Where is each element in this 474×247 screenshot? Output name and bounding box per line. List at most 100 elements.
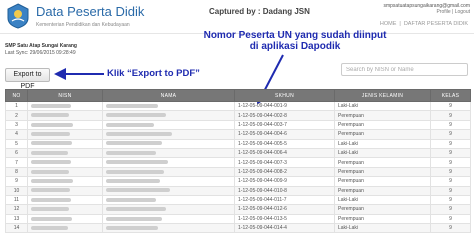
search-input[interactable] bbox=[341, 63, 468, 76]
gender-cell: Laki-Laki bbox=[334, 138, 431, 149]
students-table: NO NISN NAMA SKHUN JENIS KELAMIN KELAS 1… bbox=[5, 89, 471, 234]
table-row[interactable]: 11 1-12-05-09-044-011-7 Laki-Laki 9 bbox=[5, 194, 471, 206]
row-number: 10 bbox=[5, 185, 28, 196]
kelas-cell: 9 bbox=[430, 157, 471, 168]
skhun-cell: 1-12-05-09-044-005-5 bbox=[234, 138, 335, 149]
table-row[interactable]: 5 1-12-05-09-044-005-5 Laki-Laki 9 bbox=[5, 138, 471, 149]
redacted-nisn bbox=[31, 132, 70, 137]
gender-cell: Laki-Laki bbox=[334, 194, 431, 206]
gender-cell: Perempuan bbox=[334, 157, 431, 168]
redacted-name bbox=[106, 169, 164, 174]
gender-cell: Perempuan bbox=[334, 213, 431, 225]
nisn-cell-redacted bbox=[27, 166, 103, 178]
column-header-jenis-kelamin[interactable]: JENIS KELAMIN bbox=[334, 89, 431, 102]
school-name: SMP Satu Atap Sungai Karang bbox=[5, 43, 77, 49]
breadcrumb-home[interactable]: HOME bbox=[380, 21, 397, 27]
nisn-cell-redacted bbox=[27, 100, 103, 112]
table-row[interactable]: 7 1-12-05-09-044-007-3 Perempuan 9 bbox=[5, 157, 471, 168]
name-cell-redacted bbox=[102, 119, 235, 131]
redacted-nisn bbox=[31, 160, 71, 165]
skhun-cell: 1-12-05-09-044-009-9 bbox=[234, 176, 335, 187]
column-header-nisn[interactable]: NISN bbox=[27, 89, 103, 102]
table-row[interactable]: 4 1-12-05-09-044-004-6 Perempuan 9 bbox=[5, 129, 471, 140]
kelas-cell: 9 bbox=[430, 110, 471, 121]
annotation-un-note: Nomor Peserta UN yang sudah diinput di a… bbox=[190, 30, 400, 52]
gender-cell: Laki-Laki bbox=[334, 100, 431, 112]
kelas-cell: 9 bbox=[430, 138, 471, 149]
gender-cell: Perempuan bbox=[334, 119, 431, 131]
gender-cell: Perempuan bbox=[334, 204, 431, 215]
table-row[interactable]: 3 1-12-05-09-044-003-7 Perempuan 9 bbox=[5, 119, 471, 131]
skhun-cell: 1-12-05-09-044-012-6 bbox=[234, 204, 335, 215]
kelas-cell: 9 bbox=[430, 213, 471, 225]
name-cell-redacted bbox=[102, 110, 235, 121]
table-row[interactable]: 2 1-12-05-09-044-002-8 Perempuan 9 bbox=[5, 110, 471, 121]
redacted-nisn bbox=[31, 150, 68, 155]
row-number: 5 bbox=[5, 138, 28, 149]
export-pdf-button[interactable]: Export to PDF bbox=[5, 68, 50, 90]
redacted-nisn bbox=[31, 207, 69, 212]
skhun-cell: 1-12-05-09-044-011-7 bbox=[234, 194, 335, 206]
skhun-cell: 1-12-05-09-044-003-7 bbox=[234, 119, 335, 131]
name-cell-redacted bbox=[102, 166, 235, 178]
captured-by-label: Captured by : Dadang JSN bbox=[209, 7, 310, 16]
table-row[interactable]: 6 1-12-05-09-044-006-4 Laki-Laki 9 bbox=[5, 147, 471, 159]
row-number: 9 bbox=[5, 176, 28, 187]
table-row[interactable]: 14 1-12-05-09-044-014-4 Laki-Laki 9 bbox=[5, 223, 471, 234]
nisn-cell-redacted bbox=[27, 204, 103, 215]
redacted-name bbox=[106, 150, 156, 155]
table-row[interactable]: 10 1-12-05-09-044-010-8 Perempuan 9 bbox=[5, 185, 471, 196]
name-cell-redacted bbox=[102, 157, 235, 168]
redacted-name bbox=[106, 122, 154, 127]
redacted-name bbox=[106, 207, 166, 212]
name-cell-redacted bbox=[102, 194, 235, 206]
redacted-nisn bbox=[31, 141, 72, 146]
redacted-name bbox=[106, 160, 168, 165]
redacted-nisn bbox=[31, 216, 72, 221]
table-row[interactable]: 8 1-12-05-09-044-008-2 Perempuan 9 bbox=[5, 166, 471, 178]
kelas-cell: 9 bbox=[430, 185, 471, 196]
table-header-row: NO NISN NAMA SKHUN JENIS KELAMIN KELAS bbox=[5, 89, 471, 102]
redacted-name bbox=[106, 132, 172, 137]
breadcrumb-current: DAFTAR PESERTA DIDIK bbox=[403, 21, 468, 27]
column-header-no[interactable]: NO bbox=[5, 89, 28, 102]
name-cell-redacted bbox=[102, 185, 235, 196]
redacted-nisn bbox=[31, 178, 73, 183]
kelas-cell: 9 bbox=[430, 194, 471, 206]
redacted-name bbox=[106, 178, 160, 183]
redacted-name bbox=[106, 197, 156, 202]
row-number: 13 bbox=[5, 213, 28, 225]
redacted-nisn bbox=[31, 113, 69, 118]
nisn-cell-redacted bbox=[27, 147, 103, 159]
table-row[interactable]: 12 1-12-05-09-044-012-6 Perempuan 9 bbox=[5, 204, 471, 215]
kelas-cell: 9 bbox=[430, 100, 471, 112]
nisn-cell-redacted bbox=[27, 213, 103, 225]
kelas-cell: 9 bbox=[430, 204, 471, 215]
column-header-kelas[interactable]: KELAS bbox=[430, 89, 471, 102]
redacted-nisn bbox=[31, 225, 68, 230]
redacted-nisn bbox=[31, 122, 73, 127]
kelas-cell: 9 bbox=[430, 166, 471, 178]
table-row[interactable]: 13 1-12-05-09-044-013-5 Perempuan 9 bbox=[5, 213, 471, 225]
redacted-nisn bbox=[31, 197, 71, 202]
column-header-skhun[interactable]: SKHUN bbox=[234, 89, 335, 102]
name-cell-redacted bbox=[102, 213, 235, 225]
nisn-cell-redacted bbox=[27, 185, 103, 196]
gender-cell: Laki-Laki bbox=[334, 223, 431, 234]
row-number: 11 bbox=[5, 194, 28, 206]
row-number: 2 bbox=[5, 110, 28, 121]
user-menu[interactable]: Profile | Logout bbox=[436, 9, 470, 15]
redacted-nisn bbox=[31, 169, 69, 174]
skhun-cell: 1-12-05-09-044-014-4 bbox=[234, 223, 335, 234]
redacted-name bbox=[106, 188, 170, 193]
gender-cell: Perempuan bbox=[334, 185, 431, 196]
row-number: 3 bbox=[5, 119, 28, 131]
row-number: 12 bbox=[5, 204, 28, 215]
table-row[interactable]: 9 1-12-05-09-044-009-9 Perempuan 9 bbox=[5, 176, 471, 187]
column-header-nama[interactable]: NAMA bbox=[102, 89, 235, 102]
skhun-cell: 1-12-05-09-044-013-5 bbox=[234, 213, 335, 225]
table-row[interactable]: 1 1-12-05-09-044-001-9 Laki-Laki 9 bbox=[5, 100, 471, 112]
nisn-cell-redacted bbox=[27, 138, 103, 149]
nisn-cell-redacted bbox=[27, 129, 103, 140]
redacted-name bbox=[106, 113, 166, 118]
